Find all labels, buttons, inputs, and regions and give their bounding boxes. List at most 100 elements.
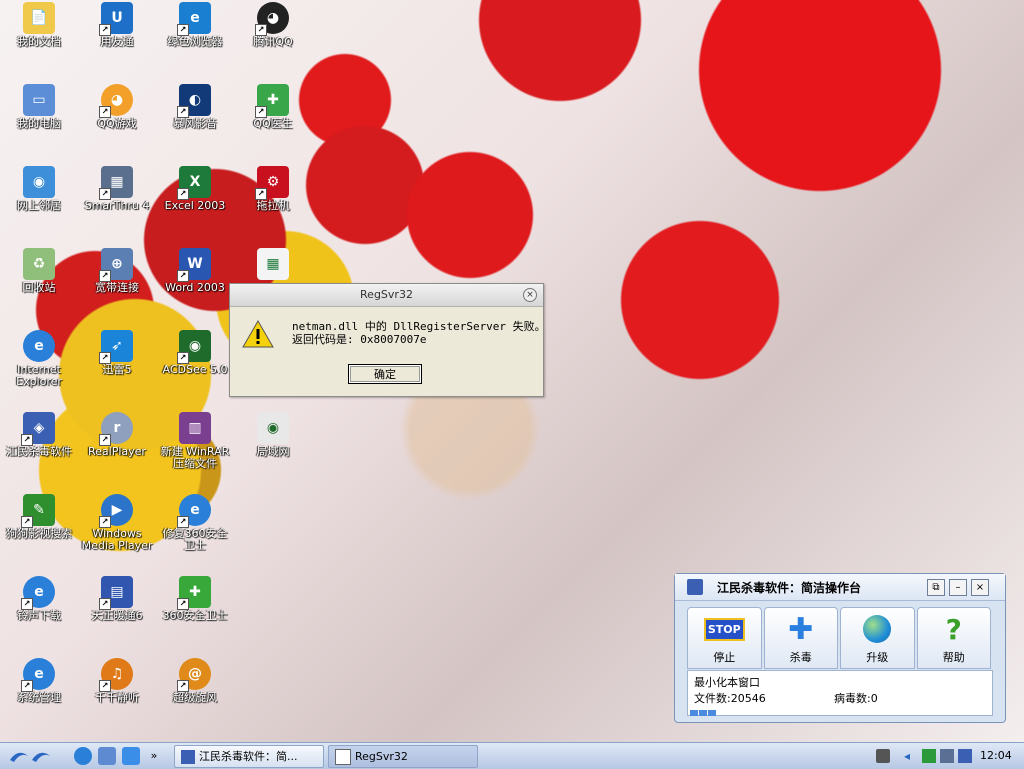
minimize-window-link[interactable]: 最小化本窗口 xyxy=(694,674,760,690)
desktop-icon-smarthru[interactable]: ▦ ↗ SmarThru 4 xyxy=(78,166,156,212)
desktop-icon-jiangmin-antivirus[interactable]: ◈ ↗ 江民杀毒软件 xyxy=(0,412,78,458)
spreadsheet-icon: ▦ xyxy=(257,248,289,280)
quicklaunch-browser-icon[interactable] xyxy=(122,747,140,765)
desktop-icon-acdsee[interactable]: ◉ ↗ ACDSee 5.0 xyxy=(156,330,234,376)
smarthru-icon: ▦ ↗ xyxy=(99,166,133,200)
dog-icon: ✎ ↗ xyxy=(21,494,55,528)
whirlwind-icon: @ ↗ xyxy=(177,658,211,692)
icon-label: QQ游戏 xyxy=(97,117,137,130)
antivirus-icon: ◈ ↗ xyxy=(21,412,55,446)
desktop-icon-yonyou[interactable]: U ↗ 用友通 xyxy=(78,2,156,48)
desktop-icon-gougou-search[interactable]: ✎ ↗ 狗狗影视搜索 xyxy=(0,494,78,540)
console-titlebar[interactable]: 江民杀毒软件：简洁操作台 ⧉ – × xyxy=(675,574,1005,601)
network-icon: ◉ xyxy=(23,166,55,198)
taskbar: » 江民杀毒软件：简... RegSvr32 ◂ 12:04 xyxy=(0,742,1024,769)
scan-button[interactable]: ✚ 杀毒 xyxy=(763,607,838,669)
dialog-titlebar[interactable]: RegSvr32 × xyxy=(230,284,543,307)
taskbar-button-antivirus[interactable]: 江民杀毒软件：简... xyxy=(174,745,324,768)
icon-label: 江民杀毒软件 xyxy=(6,445,72,458)
desktop-icon-green-browser[interactable]: e ↗ 绿色浏览器 xyxy=(156,2,234,48)
upgrade-button[interactable]: 升级 xyxy=(840,607,915,669)
icon-label: 修复360安全 卫士 xyxy=(162,527,228,552)
desktop-icon-qq-game[interactable]: ◕ ↗ QQ游戏 xyxy=(78,84,156,130)
desktop-icon-tencent-qq[interactable]: ◕ ↗ 腾讯QQ xyxy=(234,2,312,48)
warning-icon xyxy=(242,320,274,348)
desktop-icon-tianzheng[interactable]: ▤ ↗ 天正暖通6 xyxy=(78,576,156,622)
desktop-icon-internet-explorer[interactable]: e Internet Explorer xyxy=(0,330,78,388)
desktop-icon-excel[interactable]: X ↗ Excel 2003 xyxy=(156,166,234,212)
desktop-icon-ttplayer[interactable]: ♫ ↗ 千千静听 xyxy=(78,658,156,704)
penguin-icon: ◕ ↗ xyxy=(255,2,289,36)
media-player-icon: ▶ ↗ xyxy=(99,494,133,528)
icon-label: Excel 2003 xyxy=(164,199,226,212)
desktop-icon-word[interactable]: W ↗ Word 2003 xyxy=(156,248,234,294)
globe-icon xyxy=(860,614,894,644)
ok-button[interactable]: 确定 xyxy=(348,364,422,384)
headphones-icon: ♫ ↗ xyxy=(99,658,133,692)
desktop-icon-lan[interactable]: ◉ 局域网 xyxy=(234,412,312,458)
help-button[interactable]: ? 帮助 xyxy=(916,607,991,669)
shield-icon: ✚ ↗ xyxy=(255,84,289,118)
update-icon[interactable] xyxy=(922,749,936,763)
progress-block xyxy=(690,710,698,716)
broadband-icon: ⊕ ↗ xyxy=(99,248,133,282)
restore-icon[interactable]: ⧉ xyxy=(927,579,945,596)
desktop-icon-network[interactable]: ◉ 网上邻居 xyxy=(0,166,78,212)
quicklaunch-ie-icon[interactable] xyxy=(74,747,92,765)
icon-label: 系统管理 xyxy=(17,691,61,704)
icon-label: 超级旋风 xyxy=(173,691,217,704)
icon-label: 局域网 xyxy=(256,445,290,458)
desktop-icon-super-whirlwind[interactable]: @ ↗ 超级旋风 xyxy=(156,658,234,704)
desktop-icon-tractor[interactable]: ⚙ ↗ 拖拉机 xyxy=(234,166,312,212)
antivirus-icon xyxy=(181,750,195,764)
quicklaunch-media-icon[interactable] xyxy=(98,747,116,765)
desktop-icon-baofeng[interactable]: ◐ ↗ 暴风影音 xyxy=(156,84,234,130)
desktop-icon-my-computer[interactable]: ▭ 我的电脑 xyxy=(0,84,78,130)
tractor-icon: ⚙ ↗ xyxy=(255,166,289,200)
desktop-icon-fix-360[interactable]: e ↗ 修复360安全 卫士 xyxy=(156,494,234,552)
desktop-icon-my-documents[interactable]: 📄 我的文档 xyxy=(0,2,78,48)
arrow-left-icon[interactable]: ◂ xyxy=(904,749,918,763)
progress-block xyxy=(708,710,716,716)
desktop-icon-xunlei[interactable]: ➶ ↗ 迅雷5 xyxy=(78,330,156,376)
icon-label: 用友通 xyxy=(100,35,134,48)
internet-explorer-icon: e xyxy=(23,330,55,362)
desktop-icon-realplayer[interactable]: r ↗ RealPlayer xyxy=(78,412,156,458)
icon-label: QQ医生 xyxy=(253,117,293,130)
ie-icon: e ↗ xyxy=(21,576,55,610)
eye-icon: ◉ ↗ xyxy=(177,330,211,364)
start-swirl-icon xyxy=(10,752,50,762)
taskbar-button-regsvr32[interactable]: RegSvr32 xyxy=(328,745,478,768)
virus-count: 病毒数:0 xyxy=(834,692,878,705)
icon-label: 暴风影音 xyxy=(173,117,217,130)
desktop-icon-media-player[interactable]: ▶ ↗ Windows Media Player xyxy=(78,494,156,552)
files-count: 文件数:20546 xyxy=(694,692,766,705)
antivirus-tray-icon[interactable] xyxy=(958,749,972,763)
clock[interactable]: 12:04 xyxy=(980,749,1012,762)
desktop-icon-system-management[interactable]: e ↗ 系统管理 xyxy=(0,658,78,704)
keyboard-icon[interactable] xyxy=(876,749,890,763)
close-icon[interactable]: × xyxy=(971,579,989,596)
chevron-right-icon[interactable]: » xyxy=(148,747,160,765)
start-button[interactable] xyxy=(4,746,62,766)
desktop-icon-360-safe[interactable]: ✚ ↗ 360安全卫士 xyxy=(156,576,234,622)
icon-label: 铃声下载 xyxy=(17,609,61,622)
console-title: 江民杀毒软件：简洁操作台 xyxy=(717,581,862,595)
recycle-bin-icon: ♻ xyxy=(23,248,55,280)
stop-button[interactable]: STOP 停止 xyxy=(687,607,762,669)
desktop-icon-qq-doctor[interactable]: ✚ ↗ QQ医生 xyxy=(234,84,312,130)
desktop-icon-ringtone-download[interactable]: e ↗ 铃声下载 xyxy=(0,576,78,622)
desktop-icon-spreadsheet-file[interactable]: ▦ xyxy=(234,248,312,282)
desktop-icon-winrar[interactable]: ▥ 新建 WinRAR 压缩文件 xyxy=(156,412,234,470)
desktop: 📄 我的文档 ▭ 我的电脑 ◉ 网上邻居 ♻ 回收站 e Internet Ex… xyxy=(0,0,1024,742)
close-icon[interactable]: × xyxy=(523,288,537,302)
penguin-icon: ◕ ↗ xyxy=(99,84,133,118)
desktop-icon-recycle-bin[interactable]: ♻ 回收站 xyxy=(0,248,78,294)
icon-label: 360安全卫士 xyxy=(162,609,228,622)
minimize-icon[interactable]: – xyxy=(949,579,967,596)
desktop-icon-broadband[interactable]: ⊕ ↗ 宽带连接 xyxy=(78,248,156,294)
network-tray-icon[interactable] xyxy=(940,749,954,763)
console-toolbar: STOP 停止 ✚ 杀毒 升级 ? 帮助 xyxy=(687,607,991,669)
computer-icon: ▭ xyxy=(23,84,55,116)
icon-label: ACDSee 5.0 xyxy=(162,363,228,376)
